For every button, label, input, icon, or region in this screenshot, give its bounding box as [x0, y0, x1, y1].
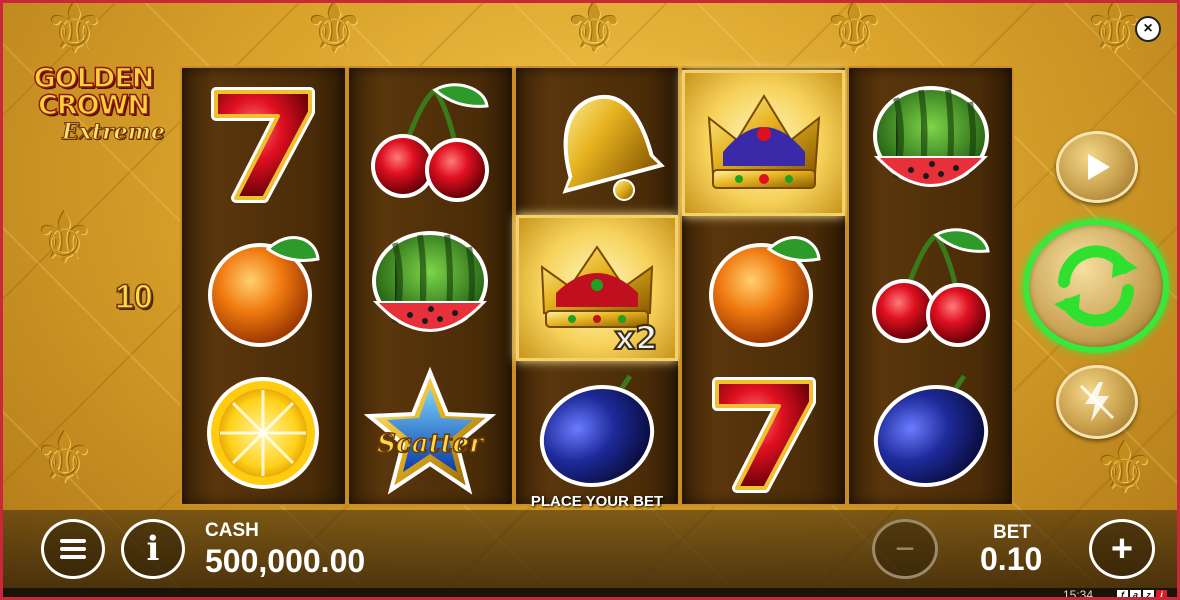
increase-bet-button[interactable]: +: [1089, 519, 1155, 579]
cherry-icon: [871, 228, 990, 347]
play-icon: [1088, 154, 1110, 180]
symbol-plum: [849, 360, 1012, 506]
symbol-plum: [516, 360, 679, 506]
turbo-button[interactable]: [1056, 365, 1138, 439]
lemon-icon: [207, 377, 320, 489]
game-stage: ⚜ ⚜ ⚜ ⚜ ⚜ ⚜ ⚜ ⚜ GOLDEN CROWN Extreme 10 …: [0, 0, 1180, 600]
symbol-lemon: [182, 360, 345, 506]
symbol-crown-multiplier: x2: [515, 215, 679, 361]
symbol-orange: [682, 215, 845, 361]
brand-letter: z: [1143, 590, 1154, 597]
orange-icon: [708, 236, 821, 347]
bet-value: 0.10: [980, 541, 1043, 577]
autoplay-button[interactable]: [1056, 131, 1138, 203]
symbol-orange: [182, 215, 345, 361]
brand-letter: a: [1130, 590, 1141, 597]
symbol-scatter: Scatter: [349, 360, 512, 506]
scatter-text: Scatter: [377, 429, 485, 459]
fleur-de-lis-icon: ⚜: [563, 0, 626, 69]
reel-3: x2: [513, 66, 681, 506]
spin-arrows-icon: [1054, 245, 1138, 327]
fleur-de-lis-icon: ⚜: [303, 0, 366, 69]
logo-title-line1: GOLDEN: [33, 63, 155, 94]
fleur-de-lis-icon: ⚜: [33, 197, 96, 279]
crown-x2-icon: x2: [540, 245, 658, 358]
cherry-icon: [371, 83, 490, 202]
game-logo: GOLDEN CROWN Extreme: [11, 63, 176, 146]
reel-4: [680, 66, 848, 506]
multiplier-text: x2: [615, 319, 658, 357]
logo-title-line2: CROWN: [37, 90, 150, 121]
cash-value: 500,000.00: [205, 543, 366, 579]
plum-icon: [539, 374, 655, 488]
reel-2: Scatter: [346, 66, 514, 506]
symbol-watermelon: [349, 215, 512, 361]
seven-icon: [211, 87, 316, 203]
symbol-cherry: [849, 215, 1012, 361]
reel-area: Scatter x2: [180, 66, 1014, 506]
plus-icon: +: [1110, 527, 1134, 570]
symbol-seven: [682, 360, 845, 506]
paylines-count: 10: [114, 277, 153, 317]
brand-letter: i: [1156, 590, 1167, 597]
brand-logo: f a z i: [1117, 590, 1167, 597]
fleur-de-lis-icon: ⚜: [43, 0, 106, 69]
symbol-bell: [516, 70, 679, 216]
plum-icon: [873, 374, 988, 488]
scatter-star-icon: Scatter: [363, 366, 497, 495]
menu-icon: [60, 539, 86, 559]
info-icon: i: [146, 529, 160, 569]
symbol-cherry: [349, 70, 512, 216]
logo-subtitle: Extreme: [62, 119, 166, 146]
fleur-de-lis-icon: ⚜: [33, 417, 96, 499]
symbol-watermelon: [849, 70, 1012, 216]
decrease-bet-button[interactable]: −: [872, 519, 938, 579]
bell-icon: [562, 94, 665, 201]
watermelon-icon: [872, 86, 989, 187]
fleur-de-lis-icon: ⚜: [823, 0, 886, 69]
menu-button[interactable]: [41, 519, 105, 579]
spin-button[interactable]: [1023, 219, 1169, 353]
symbol-crown: [682, 70, 846, 216]
fleur-de-lis-icon: ⚜: [1093, 427, 1156, 509]
status-message: PLACE YOUR BET: [530, 493, 664, 510]
clock: 15:34: [1062, 588, 1093, 600]
status-bar: 15:34 f a z i: [3, 588, 1177, 600]
cash-label: CASH: [205, 520, 259, 541]
info-button[interactable]: i: [121, 519, 185, 579]
watermelon-icon: [372, 231, 489, 332]
close-button[interactable]: ×: [1135, 16, 1161, 42]
seven-icon: [711, 377, 816, 493]
reel-1: [180, 66, 347, 506]
reel-5: [847, 66, 1014, 506]
brand-letter: f: [1117, 590, 1128, 597]
orange-icon: [208, 236, 321, 347]
minus-icon: −: [895, 529, 915, 568]
lightning-icon: [1079, 382, 1115, 422]
crown-icon: [707, 94, 820, 189]
close-icon: ×: [1143, 20, 1153, 37]
symbol-seven: [182, 70, 345, 216]
